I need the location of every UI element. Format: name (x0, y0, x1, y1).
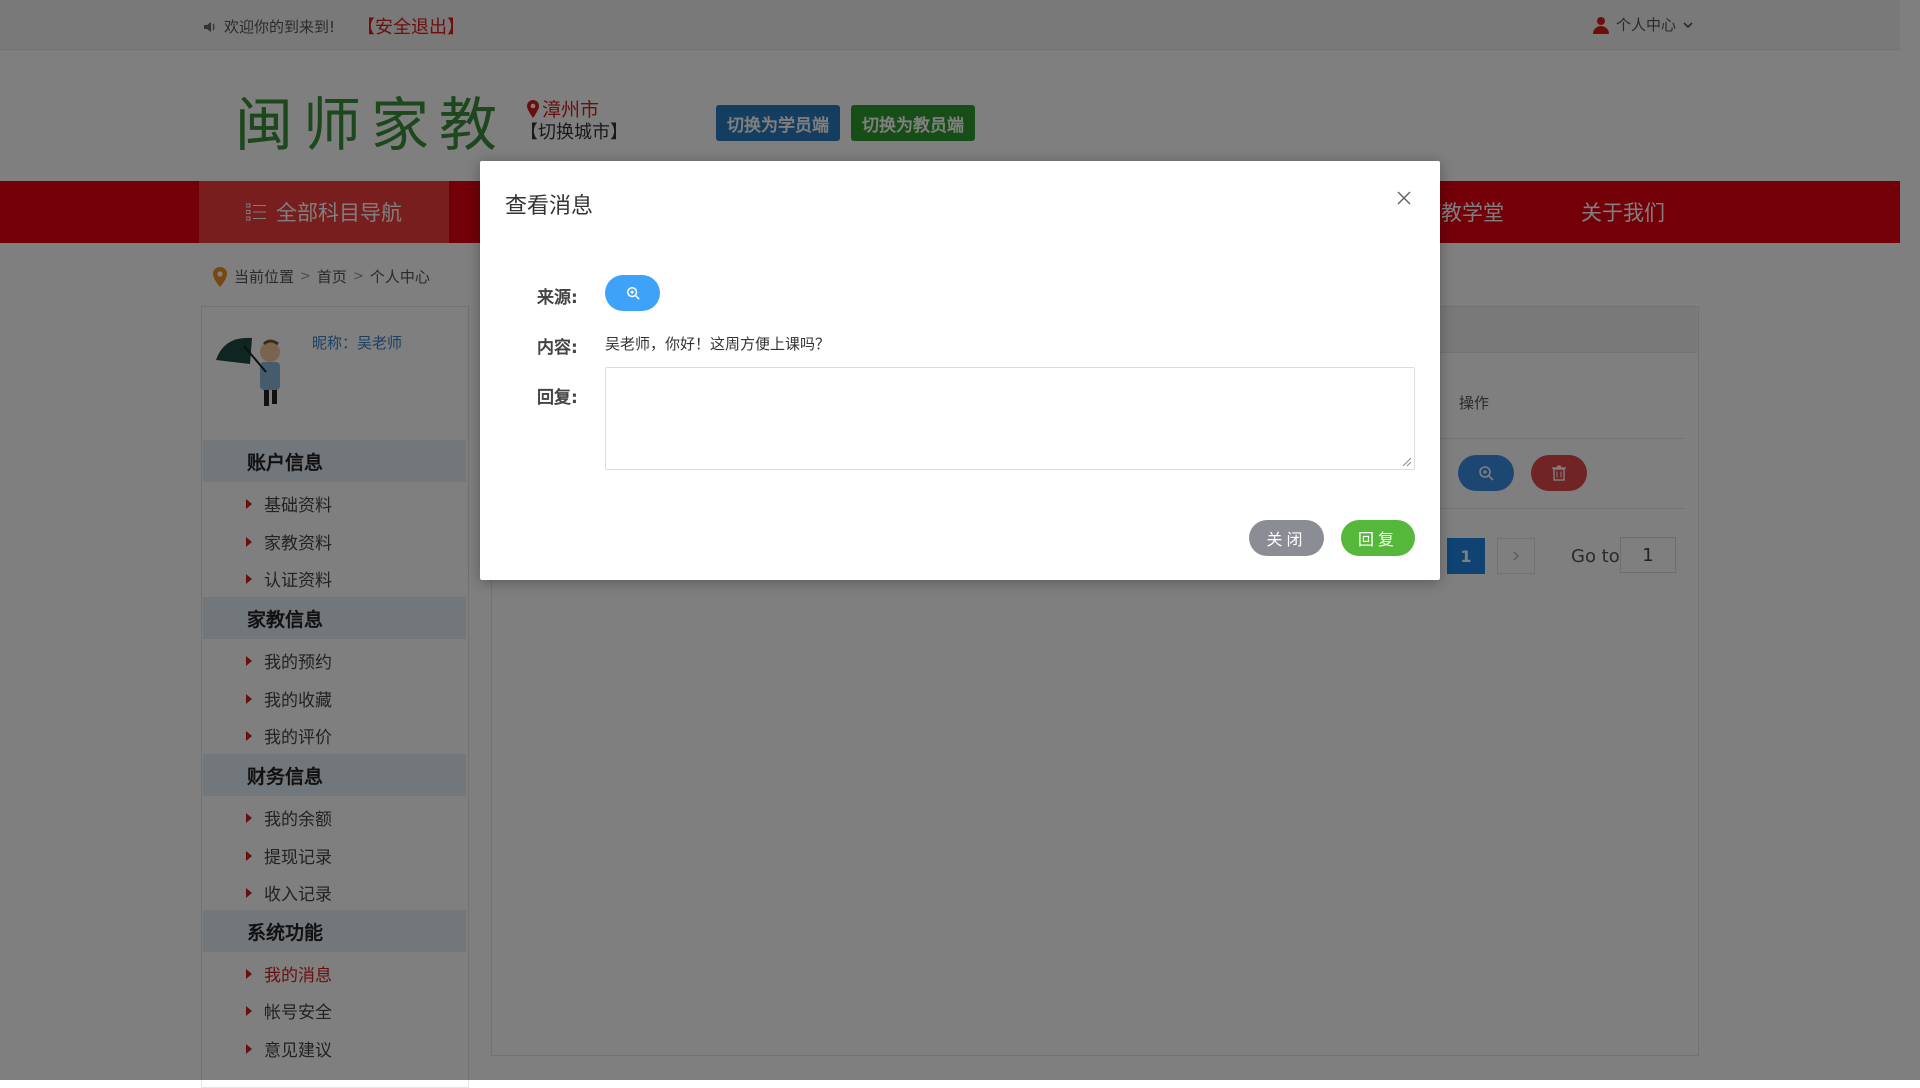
close-icon[interactable] (1393, 187, 1415, 209)
message-content: 吴老师，你好！这周方便上课吗？ (605, 335, 831, 353)
zoom-in-icon (626, 286, 640, 300)
resize-handle-icon[interactable] (1400, 455, 1412, 467)
reply-textarea[interactable] (605, 367, 1415, 470)
source-view-button[interactable] (605, 275, 660, 311)
reply-label: 回复: (537, 388, 578, 408)
dialog-title: 查看消息 (505, 194, 594, 219)
reply-button[interactable]: 回复 (1341, 520, 1415, 556)
source-label: 来源: (537, 288, 578, 308)
content-label: 内容: (537, 338, 578, 358)
close-button[interactable]: 关闭 (1249, 520, 1324, 556)
